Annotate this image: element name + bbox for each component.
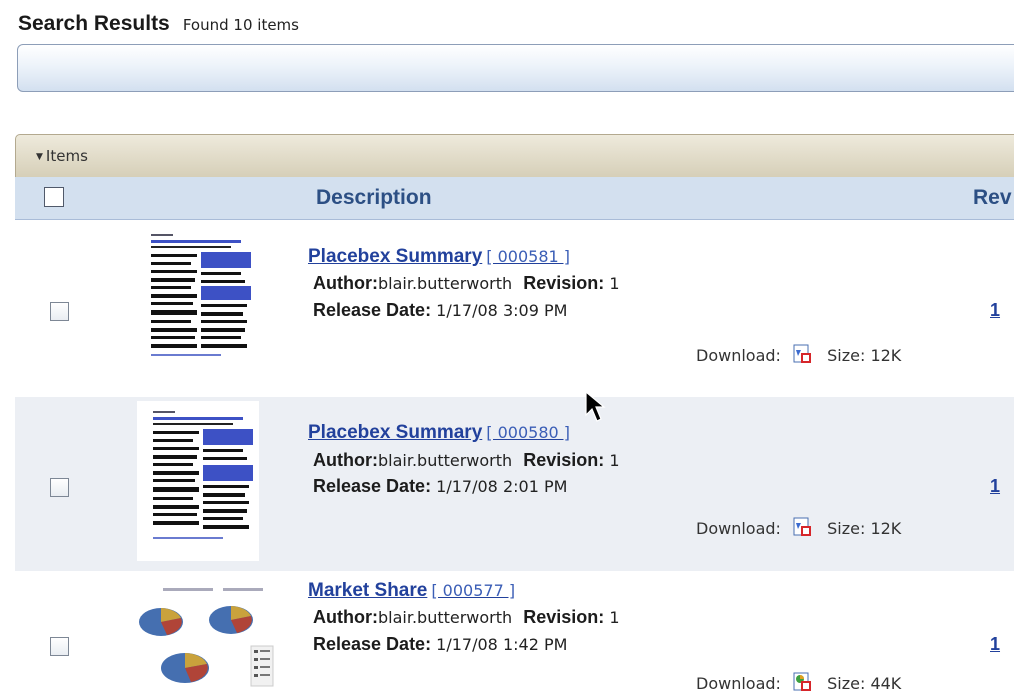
release-date-line: Release Date: 1/17/08 3:09 PM [313,300,568,320]
author-value: blair.butterworth [377,274,513,293]
revision-link[interactable]: 1 [990,634,1000,655]
download-line: Download: Size: 12K [696,344,902,365]
release-date-value: 1/17/08 2:01 PM [436,477,568,496]
table-row: Placebex Summary[ 000580 ] Author:blair.… [15,397,1014,571]
release-date-line: Release Date: 1/17/08 2:01 PM [313,476,568,496]
items-panel-header[interactable]: ▼ Items [15,134,1014,178]
search-results-heading: Search Results Found 10 items [18,12,299,36]
column-header-revision[interactable]: Rev [973,186,1012,210]
document-thumbnail[interactable] [137,401,259,561]
row-checkbox[interactable] [50,478,69,497]
revision-value: 1 [609,274,620,293]
presentation-icon[interactable] [792,672,812,692]
chevron-down-icon[interactable]: ▼ [36,152,43,162]
revision-link[interactable]: 1 [990,300,1000,321]
table-row: Market Share[ 000577 ] Author:blair.butt… [15,574,1014,695]
mouse-pointer-icon [585,390,607,429]
document-id[interactable]: [ 000581 ] [486,247,570,266]
author-line: Author:blair.butterworth Revision: 1 [313,450,620,470]
author-value: blair.butterworth [377,608,513,627]
row-checkbox[interactable] [50,302,69,321]
download-line: Download: Size: 12K [696,517,902,538]
release-date-line: Release Date: 1/17/08 1:42 PM [313,634,568,654]
select-all-checkbox[interactable] [44,187,64,207]
document-id[interactable]: [ 000580 ] [486,423,570,442]
size-value: 44K [870,674,902,693]
page-title: Search Results [18,12,170,35]
pdf-icon[interactable] [792,517,812,537]
document-preview-image [153,411,253,539]
document-preview-image [151,234,251,356]
presentation-preview-image [139,588,274,687]
author-line: Author:blair.butterworth Revision: 1 [313,607,620,627]
download-line: Download: Size: 44K [696,672,902,693]
revision-value: 1 [609,451,620,470]
items-toggle[interactable]: ▼ Items [36,147,88,165]
items-label: Items [45,147,88,165]
document-title-link[interactable]: Placebex Summary[ 000580 ] [308,422,570,444]
revision-link[interactable]: 1 [990,476,1000,497]
document-id[interactable]: [ 000577 ] [431,581,515,600]
table-row: Placebex Summary[ 000581 ] Author:blair.… [15,220,1014,394]
table-header: Description Rev [15,177,1014,220]
column-header-description[interactable]: Description [316,186,432,210]
size-value: 12K [870,519,902,538]
revision-value: 1 [609,608,620,627]
size-value: 12K [870,346,902,365]
document-thumbnail[interactable] [123,586,275,695]
row-checkbox[interactable] [50,637,69,656]
result-count: Found 10 items [182,16,299,34]
pdf-icon[interactable] [792,344,812,364]
author-line: Author:blair.butterworth Revision: 1 [313,273,620,293]
document-title-link[interactable]: Placebex Summary[ 000581 ] [308,246,570,268]
search-bar[interactable] [17,44,1014,92]
document-title-link[interactable]: Market Share[ 000577 ] [308,580,515,602]
author-value: blair.butterworth [377,451,513,470]
release-date-value: 1/17/08 3:09 PM [436,301,568,320]
release-date-value: 1/17/08 1:42 PM [436,635,568,654]
document-thumbnail[interactable] [137,226,257,376]
